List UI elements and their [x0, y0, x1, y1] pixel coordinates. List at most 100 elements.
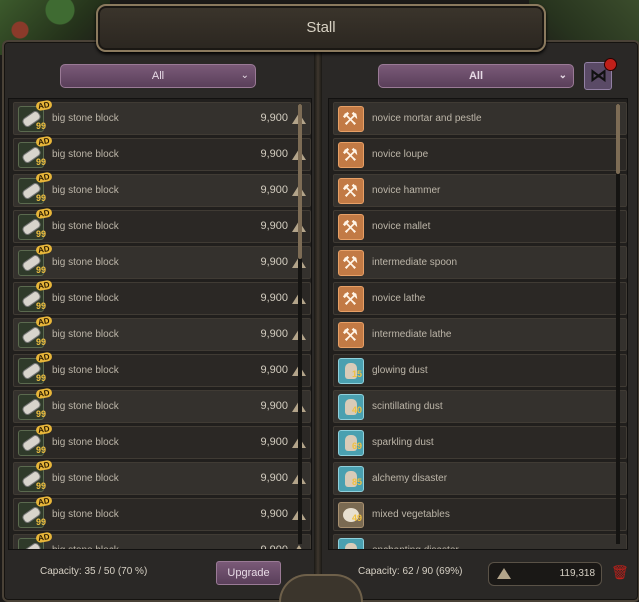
stall-item-row[interactable]: AD99big stone block9,900	[13, 387, 311, 423]
money-amount: 119,318	[559, 568, 595, 579]
tool-icon	[338, 250, 364, 276]
item-quantity: 99	[36, 337, 47, 347]
right-scrollbar[interactable]	[616, 104, 620, 544]
item-price: 9,900	[260, 364, 288, 376]
ad-badge: AD	[35, 495, 53, 508]
item-quantity: 99	[36, 157, 47, 167]
inventory-item-row[interactable]: novice hammer	[333, 174, 627, 207]
item-price: 9,900	[260, 148, 288, 160]
ad-badge: AD	[35, 387, 53, 400]
item-name: big stone block	[52, 365, 119, 376]
inventory-item-row[interactable]: 85 alchemy disaster	[333, 462, 627, 495]
stall-item-row[interactable]: AD99big stone block9,900	[13, 207, 311, 243]
ad-badge: AD	[35, 531, 53, 544]
ad-badge: AD	[35, 279, 53, 292]
stall-item-row[interactable]: AD 99 big stone block 9,900	[13, 351, 311, 387]
inventory-items-list[interactable]: novice mortar and pestle novice loupe novi…	[328, 98, 628, 550]
notification-badge	[604, 58, 617, 71]
inventory-item-row[interactable]: 49 mixed vegetables	[333, 498, 627, 531]
ad-badge: AD	[35, 135, 53, 148]
stall-item-row[interactable]: AD 99 big stone block 9,900	[13, 135, 311, 171]
item-name: big stone block	[52, 185, 119, 196]
stall-items-list[interactable]: AD 99 big stone block 9,900 AD 99 big stone bl…	[8, 98, 312, 550]
stall-item-row[interactable]: AD99big stone block9,900	[13, 279, 311, 315]
item-name: sparkling dust	[372, 437, 434, 448]
inventory-item-row[interactable]: 11 enchanting disaster	[333, 534, 627, 550]
left-scroll-thumb[interactable]	[298, 104, 302, 259]
stall-item-row[interactable]: AD99big stone block9,900	[13, 171, 311, 207]
right-filter-dropdown[interactable]: All ⌄	[378, 64, 574, 88]
stall-item-row[interactable]: AD99big stone block9,900	[13, 495, 311, 531]
item-name: big stone block	[52, 257, 119, 268]
item-quantity: 99	[36, 229, 47, 239]
item-quantity: 99	[36, 445, 47, 455]
item-name: big stone block	[52, 473, 119, 484]
inventory-item-row[interactable]: novice lathe	[333, 282, 627, 315]
item-name: big stone block	[52, 149, 119, 160]
item-quantity: 85	[352, 477, 363, 487]
item-name: enchanting disaster	[372, 535, 459, 549]
inventory-item-row[interactable]: intermediate lathe	[333, 318, 627, 351]
tool-icon	[338, 286, 364, 312]
left-filter-dropdown[interactable]: All ⌄	[60, 64, 256, 88]
right-filter-value: All	[468, 70, 484, 82]
item-name: novice hammer	[372, 185, 441, 196]
tool-icon	[338, 142, 364, 168]
ad-badge: AD	[35, 423, 53, 436]
item-quantity: 99	[36, 121, 47, 131]
item-quantity: 11	[352, 549, 362, 550]
stall-item-row[interactable]: AD99big stone block9,900	[13, 243, 311, 279]
window-title: Stall	[96, 4, 546, 52]
item-name: mixed vegetables	[372, 509, 450, 520]
item-name: big stone block	[52, 329, 119, 340]
ad-badge: AD	[35, 207, 53, 220]
ad-badge: AD	[35, 315, 53, 328]
bottom-ornament	[279, 574, 363, 602]
inventory-item-row[interactable]: 69 sparkling dust	[333, 426, 627, 459]
chevron-down-icon: ⌄	[558, 70, 567, 81]
ad-badge: AD	[35, 171, 53, 184]
item-price: 9,900	[260, 400, 288, 412]
right-scroll-thumb[interactable]	[616, 104, 620, 174]
item-name: big stone block	[52, 221, 119, 232]
ad-badge: AD	[35, 351, 53, 364]
inventory-item-row[interactable]: intermediate spoon	[333, 246, 627, 279]
item-quantity: 99	[36, 409, 47, 419]
stall-item-row[interactable]: AD99big stone block9,900	[13, 423, 311, 459]
tool-icon	[338, 106, 364, 132]
left-capacity: Capacity: 35 / 50 (70 %)	[40, 566, 148, 577]
item-name: intermediate lathe	[372, 329, 452, 340]
item-name: alchemy disaster	[372, 473, 448, 484]
inventory-item-row[interactable]: novice mortar and pestle	[333, 102, 627, 135]
item-name: novice mortar and pestle	[372, 113, 482, 124]
tool-icon	[338, 322, 364, 348]
item-quantity: 99	[36, 517, 47, 527]
right-capacity: Capacity: 62 / 90 (69%)	[358, 566, 463, 577]
stall-item-row[interactable]: AD 99 big stone block 9,900	[13, 315, 311, 351]
inventory-item-row[interactable]: novice loupe	[333, 138, 627, 171]
inventory-item-row[interactable]: novice mallet	[333, 210, 627, 243]
item-name: novice loupe	[372, 149, 429, 160]
item-price: 9,900	[260, 292, 288, 304]
stall-item-row[interactable]: AD99big stone block9,900	[13, 459, 311, 495]
trash-icon[interactable]: 🗑	[611, 564, 629, 580]
stall-item-row[interactable]: AD99big stone block9,900	[13, 99, 311, 135]
left-filter-value: All	[151, 70, 165, 82]
coin-icon	[292, 545, 306, 549]
item-quantity: 99	[36, 373, 47, 383]
item-name: big stone block	[52, 113, 119, 124]
sort-button[interactable]: ⋈	[584, 58, 617, 90]
tool-icon	[338, 214, 364, 240]
item-price: 9,900	[260, 112, 288, 124]
left-scrollbar[interactable]	[298, 104, 302, 544]
inventory-item-row[interactable]: 40 scintillating dust	[333, 390, 627, 423]
inventory-item-row[interactable]: 15 glowing dust	[333, 354, 627, 387]
stall-item-row[interactable]: AD99big stone block9,900	[13, 531, 311, 549]
item-name: big stone block	[52, 535, 119, 549]
tool-icon	[338, 178, 364, 204]
upgrade-button[interactable]: Upgrade	[216, 561, 281, 585]
item-quantity: 99	[36, 193, 47, 203]
chevron-down-icon: ⌄	[240, 70, 249, 81]
item-name: intermediate spoon	[372, 257, 458, 268]
item-price: 9,900	[260, 328, 288, 340]
